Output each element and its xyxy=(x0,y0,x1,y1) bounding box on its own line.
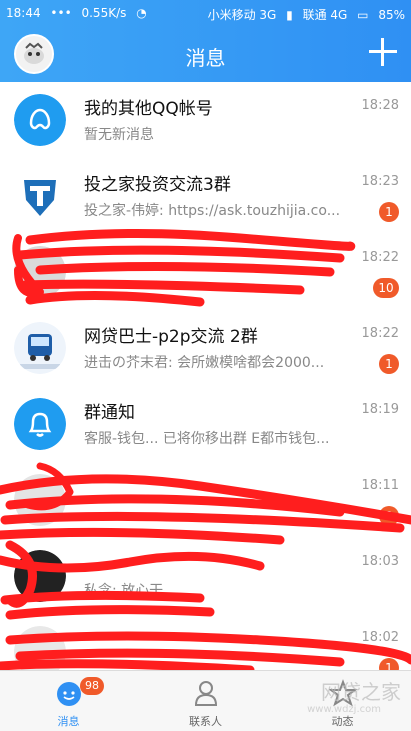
list-item[interactable]: 18:11 9 xyxy=(0,462,411,539)
bus-avatar xyxy=(14,322,66,374)
person-icon xyxy=(194,681,218,706)
conversation-preview: 进击の芥末君: 会所嫩模啥都会2000... xyxy=(84,355,325,371)
list-item[interactable]: 18:22 10 xyxy=(0,234,411,311)
status-bar: 18:44 ••• 0.55K/s ◔ 小米移动 3G ▮ 联通 4G ▭ 85… xyxy=(0,0,411,26)
nav-messages-label: 消息 xyxy=(57,715,80,728)
battery-percent: 85% xyxy=(378,8,405,22)
list-item[interactable]: 网贷巴士-p2p交流 2群 进击の芥末君: 会所嫩模啥都会2000... 18:… xyxy=(0,310,411,387)
battery-icon: ▭ xyxy=(357,8,369,22)
carrier-2: 联通 4G xyxy=(302,8,348,22)
nav-contacts-label: 联系人 xyxy=(189,715,222,728)
qq-accounts-avatar xyxy=(14,94,66,146)
bell-icon xyxy=(14,398,66,450)
group-avatar xyxy=(14,170,66,222)
list-item[interactable]: 私念: 放心干 18:03 xyxy=(0,538,411,615)
conversation-time: 18:02 xyxy=(361,630,399,645)
conversation-preview: 私念: 放心干 xyxy=(84,583,164,599)
conversation-title: 群通知 xyxy=(84,403,135,423)
unread-badge: 1 xyxy=(379,202,399,222)
nav-dynamics-label: 动态 xyxy=(331,715,354,728)
contact-avatar xyxy=(14,550,66,602)
dots-icon: ••• xyxy=(50,6,72,20)
unread-badge: 9 xyxy=(379,506,399,526)
conversation-time: 18:03 xyxy=(361,554,399,569)
group-avatar xyxy=(14,474,66,526)
conversation-time: 18:23 xyxy=(361,174,399,189)
list-item[interactable]: 群通知 客服-钱包... 已将你移出群 E都市钱包... 18:19 xyxy=(0,386,411,463)
conversation-time: 18:19 xyxy=(361,402,399,417)
chat-icon xyxy=(57,682,81,706)
nav-messages-badge: 98 xyxy=(80,677,104,695)
list-item[interactable]: 我的其他QQ帐号 暂无新消息 18:28 xyxy=(0,82,411,159)
conversation-preview: 投之家-伟婷: https://ask.touzhijia.co... xyxy=(84,203,341,219)
wifi-icon: ◔ xyxy=(136,6,147,20)
unread-badge: 1 xyxy=(379,354,399,374)
conversation-preview: 暂无新消息 xyxy=(84,127,154,143)
group-avatar xyxy=(14,246,66,298)
conversation-time: 18:28 xyxy=(361,98,399,113)
conversation-title: 我的其他QQ帐号 xyxy=(84,99,213,119)
conversation-time: 18:22 xyxy=(361,326,399,341)
conversation-title: 投之家投资交流3群 xyxy=(84,175,231,195)
nav-contacts[interactable]: 联系人 xyxy=(137,671,274,731)
unread-badge: 10 xyxy=(373,278,399,298)
signal-icon: ▮ xyxy=(286,8,293,22)
app-bar: 消息 xyxy=(0,26,411,82)
network-speed: 0.55K/s xyxy=(81,6,127,20)
conversation-preview: 客服-钱包... 已将你移出群 E都市钱包... xyxy=(84,431,330,447)
conversation-time: 18:11 xyxy=(361,478,399,493)
conversation-title: 网贷巴士-p2p交流 2群 xyxy=(84,327,258,347)
list-item[interactable]: 投之家投资交流3群 投之家-伟婷: https://ask.touzhijia.… xyxy=(0,158,411,235)
watermark: 网贷之家 xyxy=(321,680,401,704)
status-time: 18:44 xyxy=(6,6,41,20)
nav-messages[interactable]: 98 消息 xyxy=(0,671,137,731)
carrier-1: 小米移动 3G xyxy=(207,8,277,22)
conversation-time: 18:22 xyxy=(361,250,399,265)
watermark-url: www.wdzj.com xyxy=(307,704,381,715)
conversation-list: 我的其他QQ帐号 暂无新消息 18:28 投之家投资交流3群 投之家-伟婷: h… xyxy=(0,82,411,691)
page-title: 消息 xyxy=(185,46,226,70)
add-plus-icon[interactable] xyxy=(367,36,399,68)
